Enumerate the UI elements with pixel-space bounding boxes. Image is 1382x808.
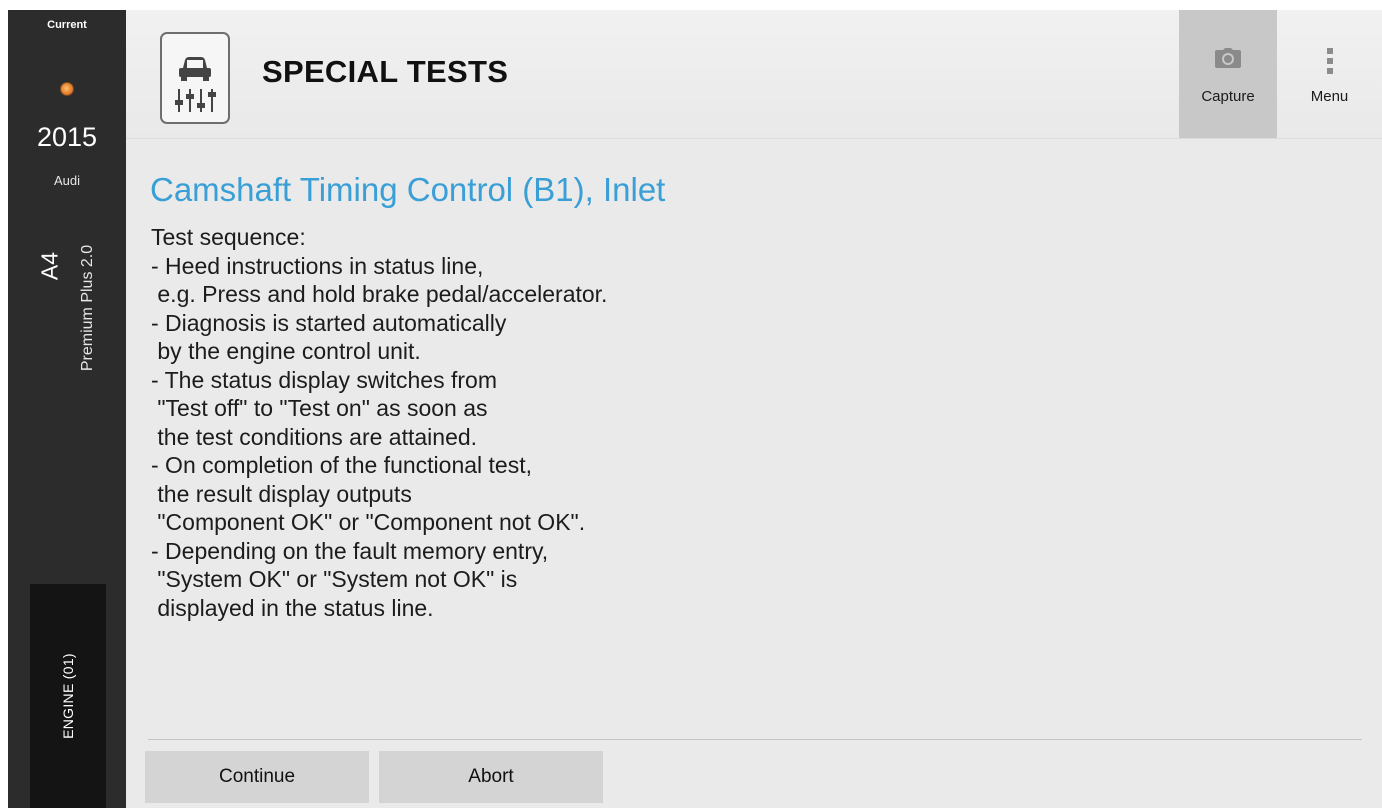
vehicle-sidebar: Current 2015 Audi A4 Premium Plus 2.0 EN…: [8, 10, 126, 808]
vehicle-trim: Premium Plus 2.0: [79, 244, 96, 372]
vehicle-year: 2015: [36, 122, 98, 152]
test-title: Camshaft Timing Control (B1), Inlet: [150, 171, 666, 208]
continue-button[interactable]: Continue: [145, 751, 369, 803]
status-dot-icon: [60, 82, 74, 96]
instruction-line: - Heed instructions in status line,: [151, 252, 484, 279]
app-frame: Current 2015 Audi A4 Premium Plus 2.0 EN…: [0, 0, 1382, 808]
vehicle-make: Audi: [53, 173, 81, 188]
instruction-line: displayed in the status line.: [151, 594, 434, 621]
footer-divider: [148, 739, 1362, 740]
abort-button[interactable]: Abort: [379, 751, 603, 803]
instruction-line: "Test off" to "Test on" as soon as: [151, 395, 488, 421]
capture-label: Capture: [1201, 88, 1255, 105]
vehicle-model: A4: [36, 251, 63, 281]
camera-icon: [1215, 48, 1241, 73]
module-tab-engine[interactable]: ENGINE (01): [30, 584, 106, 808]
car-lift-sliders-icon: [160, 32, 230, 124]
current-label: Current: [47, 19, 87, 31]
instruction-line: - On completion of the functional test,: [151, 452, 532, 478]
instruction-line: - Diagnosis is started automatically: [151, 309, 507, 336]
page-title: SPECIAL TESTS: [262, 54, 509, 89]
module-tab-label: ENGINE (01): [60, 653, 76, 739]
instruction-line: - Depending on the fault memory entry,: [151, 537, 549, 564]
instruction-line: the test conditions are attained.: [151, 423, 478, 450]
instruction-line: e.g. Press and hold brake pedal/accelera…: [151, 281, 608, 307]
menu-button[interactable]: Menu: [1277, 10, 1382, 138]
menu-label: Menu: [1310, 88, 1349, 105]
instruction-line: - The status display switches from: [151, 366, 497, 393]
instruction-line: "System OK" or "System not OK" is: [151, 566, 518, 592]
instruction-line: Test sequence:: [151, 224, 306, 250]
capture-button[interactable]: Capture: [1179, 10, 1277, 138]
instruction-line: by the engine control unit.: [151, 338, 421, 364]
instruction-line: "Component OK" or "Component not OK".: [151, 509, 586, 535]
instruction-line: the result display outputs: [151, 480, 412, 507]
test-instructions: Test sequence: - Heed instructions in st…: [151, 223, 1151, 622]
test-content-panel: Camshaft Timing Control (B1), Inlet Test…: [126, 139, 1382, 808]
vertical-dots-icon: [1326, 48, 1333, 74]
header-bar: SPECIAL TESTS Capture Menu: [126, 10, 1382, 139]
